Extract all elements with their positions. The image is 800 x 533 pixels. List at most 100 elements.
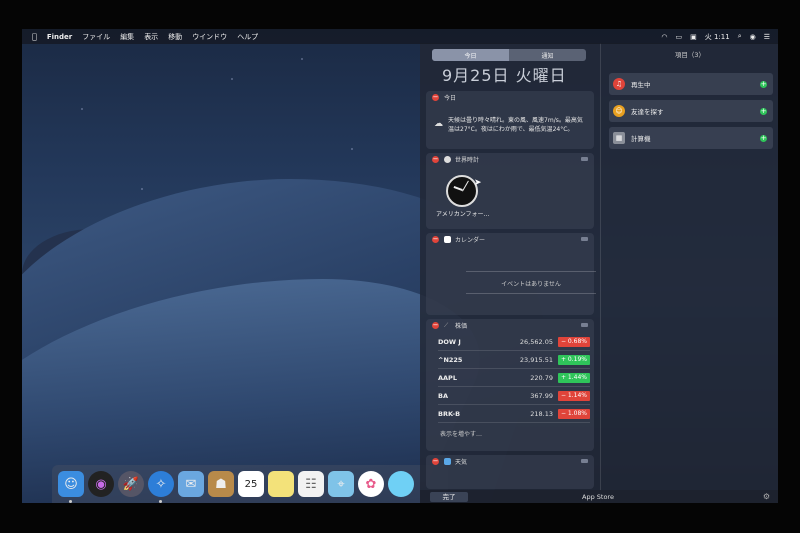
photos-icon[interactable]: ✿ xyxy=(358,471,384,497)
app-store-link[interactable]: App Store xyxy=(582,493,614,501)
drag-handle[interactable] xyxy=(581,237,588,241)
cloud-icon: ☁ xyxy=(434,119,443,129)
notification-center: 今日 通知 9月25日 火曜日 − 今日 ☁ 天候は曇り時々晴れ。東の風、風速7m… xyxy=(420,43,778,503)
stock-price: 26,562.05 xyxy=(519,337,553,346)
wifi-icon[interactable]: ◠ xyxy=(661,33,667,41)
stock-symbol: BRK-B xyxy=(438,409,461,418)
stock-change-badge[interactable]: − 0.68% xyxy=(558,336,590,347)
remove-widget-button[interactable]: − xyxy=(432,322,439,329)
stock-symbol: AAPL xyxy=(438,373,457,382)
drag-handle[interactable] xyxy=(581,459,588,463)
add-widget-button[interactable]: + xyxy=(760,134,767,142)
today-weather-widget: − 今日 ☁ 天候は曇り時々晴れ。東の風、風速7m/s。最高気温は27°C。夜はに… xyxy=(426,91,594,149)
menu-bar:  Finder ファイル 編集 表示 移動 ウインドウ ヘルプ ◠ ▭ ▣ 火… xyxy=(22,29,778,44)
launchpad-icon[interactable]: 🚀 xyxy=(118,471,144,497)
calendar-widget: − カレンダー イベントはありません xyxy=(426,233,596,315)
menu-edit[interactable]: 編集 xyxy=(120,32,134,42)
stock-row[interactable]: AAPL 220.79 + 1.44% xyxy=(438,369,590,387)
stock-change-badge[interactable]: + 1.44% xyxy=(558,372,590,383)
stock-price: 367.99 xyxy=(530,391,553,400)
menu-window[interactable]: ウインドウ xyxy=(192,32,227,42)
spotlight-icon[interactable]: ⌕ xyxy=(738,32,742,41)
world-clock-widget: − 世界時計 アメリカンフォー… xyxy=(426,153,594,229)
stock-row[interactable]: ^N225 23,915.51 + 0.19% xyxy=(438,351,590,369)
clock-text[interactable]: 火 1:11 xyxy=(705,32,730,42)
no-events-text: イベントはありません xyxy=(501,281,561,288)
item-label: 友達を探す xyxy=(631,108,664,116)
apple-icon[interactable]:  xyxy=(32,32,37,41)
item-calculator[interactable]: ▦ 計算機 + xyxy=(609,127,773,149)
siri-menu-icon[interactable]: ◉ xyxy=(750,33,756,41)
remove-widget-button[interactable]: − xyxy=(432,236,439,243)
widget-items-panel: 項目（3） ♫ 再生中 + ☺ 友達を探す + ▦ 計算機 + xyxy=(600,43,778,503)
menu-app-name[interactable]: Finder xyxy=(47,33,72,41)
menu-view[interactable]: 表示 xyxy=(144,32,158,42)
drag-handle[interactable] xyxy=(581,323,588,327)
menu-help[interactable]: ヘルプ xyxy=(237,32,258,42)
done-button[interactable]: 完了 xyxy=(430,491,468,502)
now-playing-icon: ♫ xyxy=(613,78,625,90)
add-widget-button[interactable]: + xyxy=(760,80,767,88)
contacts-icon[interactable]: ☗ xyxy=(208,471,234,497)
finder-icon[interactable]: ☺ xyxy=(58,471,84,503)
menu-go[interactable]: 移動 xyxy=(168,32,182,42)
calculator-icon: ▦ xyxy=(613,132,625,144)
reminders-icon[interactable]: ☷ xyxy=(298,471,324,497)
calendar-small-icon xyxy=(444,236,451,243)
stock-row[interactable]: DOW J 26,562.05 − 0.68% xyxy=(438,333,590,351)
items-header: 項目（3） xyxy=(674,51,706,59)
weather-widget: − 天気 xyxy=(426,455,594,489)
messages-icon[interactable] xyxy=(388,471,414,497)
dock: ☺ ◉ 🚀 ✧ ✉ ☗ 25 ☷ ⌖ ✿ xyxy=(52,465,448,503)
mail-icon[interactable]: ✉ xyxy=(178,471,204,497)
running-indicator xyxy=(69,500,72,503)
remove-widget-button[interactable]: − xyxy=(432,94,439,101)
notes-icon[interactable] xyxy=(268,471,294,497)
minute-hand xyxy=(462,180,469,192)
stock-price: 220.79 xyxy=(530,373,553,382)
weather-summary: 天候は曇り時々晴れ。東の風、風速7m/s。最高気温は27°C。夜はにわか雨で、最… xyxy=(448,117,583,133)
calendar-day: 25 xyxy=(244,478,258,490)
stock-price: 23,915.51 xyxy=(519,355,553,364)
today-panel: 今日 通知 9月25日 火曜日 − 今日 ☁ 天候は曇り時々晴れ。東の風、風速7m… xyxy=(420,43,598,503)
stock-symbol: DOW J xyxy=(438,337,461,346)
widget-title: 世界時計 xyxy=(455,157,480,164)
safari-icon[interactable]: ✧ xyxy=(148,471,174,503)
divider xyxy=(466,271,596,272)
menu-file[interactable]: ファイル xyxy=(82,32,110,42)
stock-change-badge[interactable]: + 0.19% xyxy=(558,354,590,365)
show-more-link[interactable]: 表示を増やす… xyxy=(440,429,482,438)
drag-handle[interactable] xyxy=(581,157,588,161)
stock-change-badge[interactable]: − 1.08% xyxy=(558,408,590,419)
date-header: 9月25日 火曜日 xyxy=(442,66,567,85)
tab-today[interactable]: 今日 xyxy=(432,49,509,61)
stock-symbol: BA xyxy=(438,391,448,400)
siri-icon[interactable]: ◉ xyxy=(88,471,114,497)
stock-row[interactable]: BRK-B 218.13 − 1.08% xyxy=(438,405,590,423)
battery-icon[interactable]: ▭ xyxy=(675,33,682,41)
clock-city: アメリカンフォー… xyxy=(436,211,490,218)
widget-title: 天気 xyxy=(455,459,468,466)
item-now-playing[interactable]: ♫ 再生中 + xyxy=(609,73,773,95)
add-widget-button[interactable]: + xyxy=(760,107,767,115)
segmented-control: 今日 通知 xyxy=(432,49,586,61)
item-find-friends[interactable]: ☺ 友達を探す + xyxy=(609,100,773,122)
divider xyxy=(466,293,596,294)
keyboard-icon[interactable]: ▣ xyxy=(690,33,697,41)
maps-icon[interactable]: ⌖ xyxy=(328,471,354,497)
remove-widget-button[interactable]: − xyxy=(432,156,439,163)
tab-notifications[interactable]: 通知 xyxy=(509,49,586,61)
notification-center-icon[interactable]: ☰ xyxy=(764,33,770,41)
stock-row[interactable]: BA 367.99 − 1.14% xyxy=(438,387,590,405)
remove-widget-button[interactable]: − xyxy=(432,458,439,465)
widget-title: 株価 xyxy=(455,323,468,330)
menu-extras: ◠ ▭ ▣ 火 1:11 ⌕ ◉ ☰ xyxy=(661,29,770,44)
calendar-icon[interactable]: 25 xyxy=(238,471,264,497)
gear-icon[interactable]: ⚙ xyxy=(763,492,770,501)
widget-title: 今日 xyxy=(444,95,457,102)
widget-title: カレンダー xyxy=(455,237,486,244)
find-friends-icon: ☺ xyxy=(613,105,625,117)
stock-change-badge[interactable]: − 1.14% xyxy=(558,390,590,401)
item-label: 計算機 xyxy=(631,135,651,143)
desktop:  Finder ファイル 編集 表示 移動 ウインドウ ヘルプ ◠ ▭ ▣ 火… xyxy=(22,29,778,503)
